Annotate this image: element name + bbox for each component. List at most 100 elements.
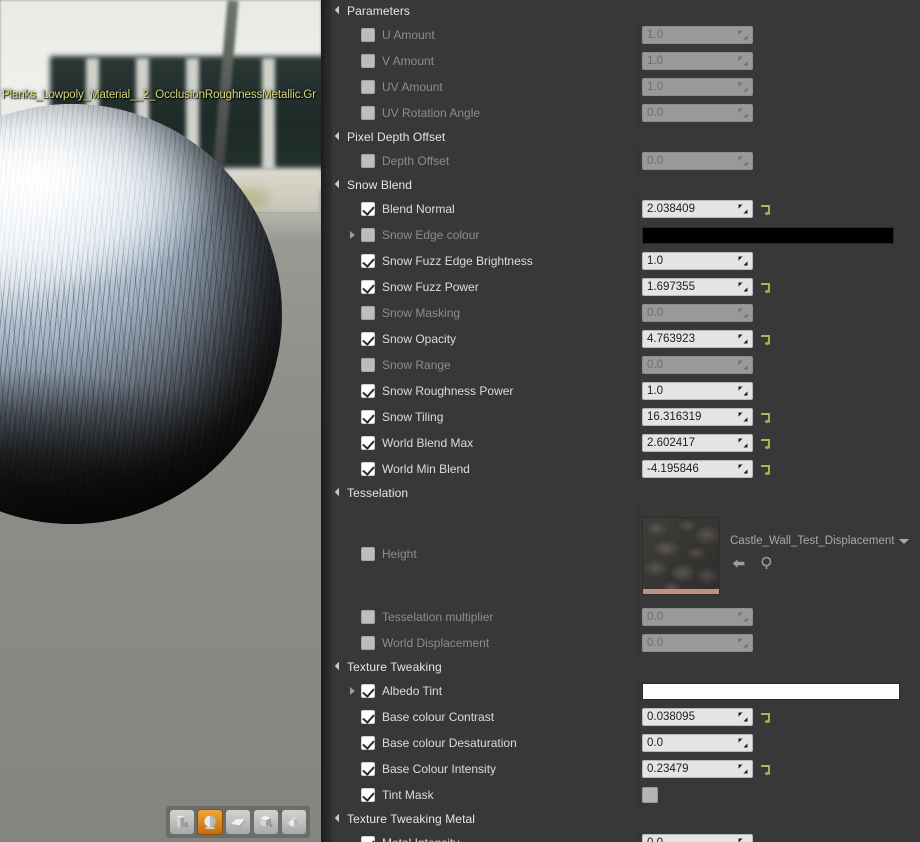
checkbox-tint-mask[interactable] [361, 788, 375, 802]
numeric-input-world-displacement[interactable]: 0.0 [642, 634, 753, 652]
viewport-panel-splitter[interactable] [321, 0, 332, 842]
texture-thumbnail[interactable] [642, 517, 720, 595]
category-collapse-icon[interactable] [336, 816, 347, 822]
checkbox-v-amount[interactable] [361, 54, 375, 68]
category-collapse-icon[interactable] [336, 182, 347, 188]
color-swatch-snow-edge-colour[interactable] [642, 227, 894, 244]
numeric-input-depth-offset[interactable]: 0.0 [642, 152, 753, 170]
reset-to-default-icon[interactable] [760, 203, 771, 215]
checkbox-snow-masking[interactable] [361, 306, 375, 320]
drag-spinner-icon[interactable] [738, 838, 748, 842]
checkbox-u-amount[interactable] [361, 28, 375, 42]
numeric-input-world-min-blend[interactable]: -4.195846 [642, 460, 753, 478]
numeric-input-base-colour-intensity[interactable]: 0.23479 [642, 760, 753, 778]
category-collapse-icon[interactable] [336, 8, 347, 14]
cylinder-shape-button[interactable] [169, 809, 195, 835]
numeric-input-snow-roughness-power[interactable]: 1.0 [642, 382, 753, 400]
category-collapse-icon[interactable] [336, 134, 347, 140]
checkbox-snow-edge-colour[interactable] [361, 228, 375, 242]
teapot-shape-button[interactable] [281, 809, 307, 835]
numeric-input-world-blend-max[interactable]: 2.602417 [642, 434, 753, 452]
numeric-input-uv-amount[interactable]: 1.0 [642, 78, 753, 96]
checkbox-uv-rotation-angle[interactable] [361, 106, 375, 120]
category-header-texture-tweaking-metal[interactable]: Texture Tweaking Metal [332, 808, 920, 830]
checkbox-blend-normal[interactable] [361, 202, 375, 216]
numeric-input-snow-fuzz-edge-brightness[interactable]: 1.0 [642, 252, 753, 270]
reset-to-default-icon[interactable] [760, 411, 771, 423]
numeric-input-uv-rotation-angle[interactable]: 0.0 [642, 104, 753, 122]
numeric-input-metal-intensity[interactable]: 0.0 [642, 834, 753, 842]
drag-spinner-icon[interactable] [738, 464, 748, 474]
checkbox-snow-range[interactable] [361, 358, 375, 372]
material-preview-viewport[interactable]: Planks_Lowpoly_Material__2_OcclusionRoug… [0, 0, 321, 842]
drag-spinner-icon[interactable] [738, 764, 748, 774]
checkbox-snow-opacity[interactable] [361, 332, 375, 346]
checkbox-uv-amount[interactable] [361, 80, 375, 94]
drag-spinner-icon[interactable] [738, 156, 748, 166]
drag-spinner-icon[interactable] [738, 412, 748, 422]
drag-spinner-icon[interactable] [738, 360, 748, 370]
category-header-tesselation[interactable]: Tesselation [332, 482, 920, 504]
numeric-input-base-colour-desaturation[interactable]: 0.0 [642, 734, 753, 752]
numeric-input-snow-tiling[interactable]: 16.316319 [642, 408, 753, 426]
numeric-input-snow-fuzz-power[interactable]: 1.697355 [642, 278, 753, 296]
chevron-down-icon[interactable] [899, 539, 909, 544]
numeric-input-snow-opacity[interactable]: 4.763923 [642, 330, 753, 348]
category-header-snow-blend[interactable]: Snow Blend [332, 174, 920, 196]
plane-shape-button[interactable] [225, 809, 251, 835]
checkbox-tesselation-multiplier[interactable] [361, 610, 375, 624]
drag-spinner-icon[interactable] [738, 438, 748, 448]
texture-asset-name[interactable]: Castle_Wall_Test_Displacement [730, 535, 909, 547]
reset-to-default-icon[interactable] [760, 763, 771, 775]
cube-shape-button[interactable] [253, 809, 279, 835]
checkbox-snow-tiling[interactable] [361, 410, 375, 424]
texture-swatch-tint-mask[interactable] [642, 787, 658, 803]
checkbox-base-colour-intensity[interactable] [361, 762, 375, 776]
drag-spinner-icon[interactable] [738, 108, 748, 118]
numeric-input-base-colour-contrast[interactable]: 0.038095 [642, 708, 753, 726]
expand-snow-edge-colour-icon[interactable] [346, 229, 359, 242]
sphere-shape-button[interactable] [197, 809, 223, 835]
drag-spinner-icon[interactable] [738, 612, 748, 622]
numeric-input-blend-normal[interactable]: 2.038409 [642, 200, 753, 218]
checkbox-world-blend-max[interactable] [361, 436, 375, 450]
category-header-pixel-depth-offset[interactable]: Pixel Depth Offset [332, 126, 920, 148]
drag-spinner-icon[interactable] [738, 30, 748, 40]
reset-to-default-icon[interactable] [760, 333, 771, 345]
drag-spinner-icon[interactable] [738, 386, 748, 396]
drag-spinner-icon[interactable] [738, 738, 748, 748]
reset-to-default-icon[interactable] [760, 711, 771, 723]
numeric-input-snow-masking[interactable]: 0.0 [642, 304, 753, 322]
category-collapse-icon[interactable] [336, 490, 347, 496]
checkbox-albedo-tint[interactable] [361, 684, 375, 698]
drag-spinner-icon[interactable] [738, 82, 748, 92]
checkbox-snow-fuzz-edge-brightness[interactable] [361, 254, 375, 268]
checkbox-world-displacement[interactable] [361, 636, 375, 650]
drag-spinner-icon[interactable] [738, 638, 748, 648]
arrow-left-icon[interactable] [732, 557, 747, 570]
magnifier-icon[interactable] [760, 556, 775, 570]
drag-spinner-icon[interactable] [738, 334, 748, 344]
checkbox-depth-offset[interactable] [361, 154, 375, 168]
drag-spinner-icon[interactable] [738, 282, 748, 292]
reset-to-default-icon[interactable] [760, 437, 771, 449]
checkbox-world-min-blend[interactable] [361, 462, 375, 476]
reset-to-default-icon[interactable] [760, 463, 771, 475]
preview-sphere-mesh[interactable] [0, 104, 282, 524]
color-swatch-albedo-tint[interactable] [642, 683, 900, 700]
drag-spinner-icon[interactable] [738, 308, 748, 318]
checkbox-snow-roughness-power[interactable] [361, 384, 375, 398]
checkbox-snow-fuzz-power[interactable] [361, 280, 375, 294]
checkbox-metal-intensity[interactable] [361, 836, 375, 842]
drag-spinner-icon[interactable] [738, 56, 748, 66]
reset-to-default-icon[interactable] [760, 281, 771, 293]
drag-spinner-icon[interactable] [738, 204, 748, 214]
numeric-input-u-amount[interactable]: 1.0 [642, 26, 753, 44]
numeric-input-tesselation-multiplier[interactable]: 0.0 [642, 608, 753, 626]
preview-shape-toolbar[interactable] [166, 806, 310, 838]
category-header-texture-tweaking[interactable]: Texture Tweaking [332, 656, 920, 678]
drag-spinner-icon[interactable] [738, 256, 748, 266]
expand-albedo-tint-icon[interactable] [346, 685, 359, 698]
checkbox-base-colour-desaturation[interactable] [361, 736, 375, 750]
checkbox-height[interactable] [361, 547, 375, 561]
